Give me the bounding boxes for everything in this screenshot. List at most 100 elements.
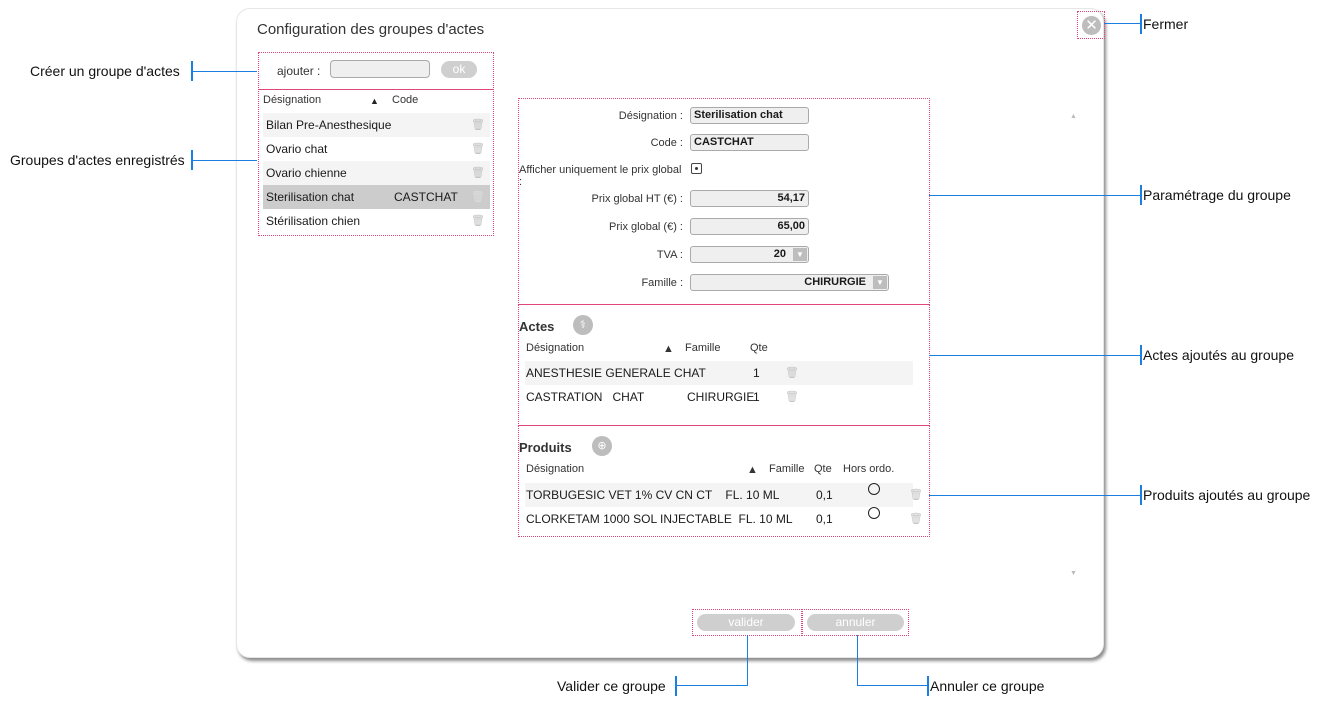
- valider-box: valider: [692, 609, 802, 636]
- code-field[interactable]: CASTCHAT: [690, 134, 809, 151]
- famille-label: Famille :: [641, 277, 683, 289]
- acte-row[interactable]: ANESTHESIE GENERALE CHAT 1 🗑: [525, 361, 913, 385]
- annotation-tick: [1140, 185, 1142, 205]
- add-acte-icon[interactable]: ⚕: [573, 315, 593, 335]
- prix-ht-field[interactable]: 54,17: [690, 190, 809, 207]
- produits-header-qte[interactable]: Qte: [814, 463, 832, 475]
- designation-label: Désignation :: [618, 110, 683, 122]
- prix-ht-label: Prix global HT (€) :: [591, 193, 684, 205]
- annotation-line: [747, 635, 748, 686]
- produit-row[interactable]: TORBUGESIC VET 1% CV CN CT FL. 10 ML 0,1…: [525, 483, 923, 507]
- annotation-line: [676, 685, 748, 686]
- annotation-line: [857, 635, 858, 686]
- annotation-line: [929, 195, 1141, 196]
- produit-qte[interactable]: 0,1: [816, 507, 833, 531]
- close-circle-icon[interactable]: ✕: [1082, 16, 1101, 35]
- annotation-tick: [1140, 485, 1142, 505]
- tva-value: 20: [773, 248, 786, 260]
- group-row[interactable]: Stérilisation chien 🗑: [263, 209, 490, 233]
- trash-icon[interactable]: 🗑: [471, 137, 485, 161]
- sort-asc-icon[interactable]: ▲: [663, 343, 674, 355]
- produits-header-famille[interactable]: Famille: [769, 463, 804, 475]
- prix-label: Prix global (€) :: [609, 221, 683, 233]
- produit-designation: CLORKETAM 1000 SOL INJECTABLE FL. 10 ML: [526, 512, 793, 526]
- actes-panel: Actes ⚕ Désignation ▲ Famille Qte ANESTH…: [518, 305, 930, 426]
- group-designation: Bilan Pre-Anesthesique: [266, 118, 392, 132]
- groups-panel: ajouter : ok Désignation ▲ Code Bilan Pr…: [258, 52, 494, 236]
- close-button[interactable]: ✕: [1077, 11, 1105, 39]
- produits-title: Produits: [519, 440, 572, 455]
- trash-icon[interactable]: 🗑: [909, 483, 923, 507]
- sort-asc-icon[interactable]: ▲: [747, 464, 758, 476]
- designation-field[interactable]: Sterilisation chat: [690, 107, 809, 124]
- produits-panel: Produits ⊕ Désignation ▲ Famille Qte Hor…: [518, 426, 930, 537]
- annuler-button[interactable]: annuler: [807, 614, 904, 631]
- add-group-ok-button[interactable]: ok: [441, 61, 477, 78]
- annotation-tick: [1140, 14, 1142, 34]
- annotation-valider: Valider ce groupe: [557, 678, 666, 694]
- prix-field[interactable]: 65,00: [690, 218, 809, 235]
- actes-header-designation[interactable]: Désignation: [526, 342, 584, 354]
- trash-icon[interactable]: 🗑: [909, 507, 923, 531]
- annotation-tick: [675, 676, 677, 696]
- scroll-down-arrow-icon[interactable]: ▼: [1070, 570, 1077, 577]
- actes-header-famille[interactable]: Famille: [685, 342, 720, 354]
- famille-select[interactable]: CHIRURGIE ▼: [690, 274, 889, 291]
- acte-row[interactable]: CASTRATION CHAT CHIRURGIE 1 🗑: [525, 385, 913, 409]
- annotation-creer: Créer un groupe d'actes: [30, 63, 180, 79]
- sort-asc-icon[interactable]: ▲: [370, 96, 379, 106]
- scroll-up-arrow-icon[interactable]: ▲: [1070, 113, 1077, 120]
- group-designation: Sterilisation chat: [266, 190, 355, 204]
- group-designation: Ovario chienne: [266, 166, 347, 180]
- trash-icon[interactable]: 🗑: [471, 209, 485, 233]
- group-row[interactable]: Ovario chienne 🗑: [263, 161, 490, 185]
- valider-button[interactable]: valider: [697, 614, 795, 631]
- chevron-down-icon[interactable]: ▼: [873, 276, 887, 289]
- acte-designation: ANESTHESIE GENERALE CHAT: [526, 366, 706, 380]
- add-group-row: ajouter : ok: [259, 53, 493, 90]
- group-params-panel: Désignation : Sterilisation chat Code : …: [518, 98, 930, 305]
- trash-icon[interactable]: 🗑: [471, 161, 485, 185]
- annotation-line: [929, 355, 1141, 356]
- acte-qte[interactable]: 1: [753, 361, 760, 385]
- trash-icon[interactable]: 🗑: [785, 385, 799, 409]
- tva-select[interactable]: 20 ▼: [690, 246, 809, 263]
- produits-header-hors-ordo[interactable]: Hors ordo.: [843, 463, 894, 475]
- annotation-line: [857, 685, 928, 686]
- group-row[interactable]: Ovario chat 🗑: [263, 137, 490, 161]
- produits-header-designation[interactable]: Désignation: [526, 463, 584, 475]
- famille-value: CHIRURGIE: [804, 276, 866, 288]
- group-row[interactable]: Bilan Pre-Anesthesique 🗑: [263, 113, 490, 137]
- produit-qte[interactable]: 0,1: [816, 483, 833, 507]
- annotation-groupes: Groupes d'actes enregistrés: [10, 152, 185, 168]
- acte-qte[interactable]: 1: [753, 385, 760, 409]
- produit-row[interactable]: CLORKETAM 1000 SOL INJECTABLE FL. 10 ML …: [525, 507, 923, 531]
- trash-icon[interactable]: 🗑: [785, 361, 799, 385]
- dialog-title: Configuration des groupes d'actes: [257, 21, 485, 38]
- chevron-down-icon[interactable]: ▼: [793, 248, 807, 261]
- show-global-checkbox[interactable]: [691, 163, 702, 174]
- annotation-parametrage: Paramétrage du groupe: [1143, 187, 1291, 203]
- annotation-fermer: Fermer: [1143, 16, 1189, 32]
- annotation-line: [192, 71, 257, 72]
- annotation-tick: [927, 676, 929, 696]
- add-product-icon[interactable]: ⊕: [592, 436, 612, 456]
- annotation-actes: Actes ajoutés au groupe: [1143, 347, 1294, 363]
- group-designation: Ovario chat: [266, 142, 328, 156]
- group-row-selected[interactable]: Sterilisation chat CASTCHAT 🗑: [263, 185, 490, 209]
- add-group-input[interactable]: [330, 60, 430, 78]
- trash-icon[interactable]: 🗑: [471, 113, 485, 137]
- hors-ordo-radio[interactable]: [868, 483, 880, 495]
- annotation-annuler: Annuler ce groupe: [930, 678, 1045, 694]
- annotation-line: [1104, 23, 1141, 24]
- actes-header-qte[interactable]: Qte: [750, 342, 768, 354]
- header-designation[interactable]: Désignation: [263, 94, 321, 106]
- trash-icon[interactable]: 🗑: [471, 185, 485, 209]
- add-group-label: ajouter :: [277, 64, 321, 78]
- acte-famille: CHIRURGIE: [687, 390, 755, 404]
- header-code[interactable]: Code: [392, 94, 418, 106]
- show-global-label: Afficher uniquement le prix global :: [519, 164, 682, 188]
- hors-ordo-radio[interactable]: [868, 507, 880, 519]
- acte-designation: CASTRATION CHAT: [526, 390, 645, 404]
- tva-label: TVA :: [656, 249, 683, 261]
